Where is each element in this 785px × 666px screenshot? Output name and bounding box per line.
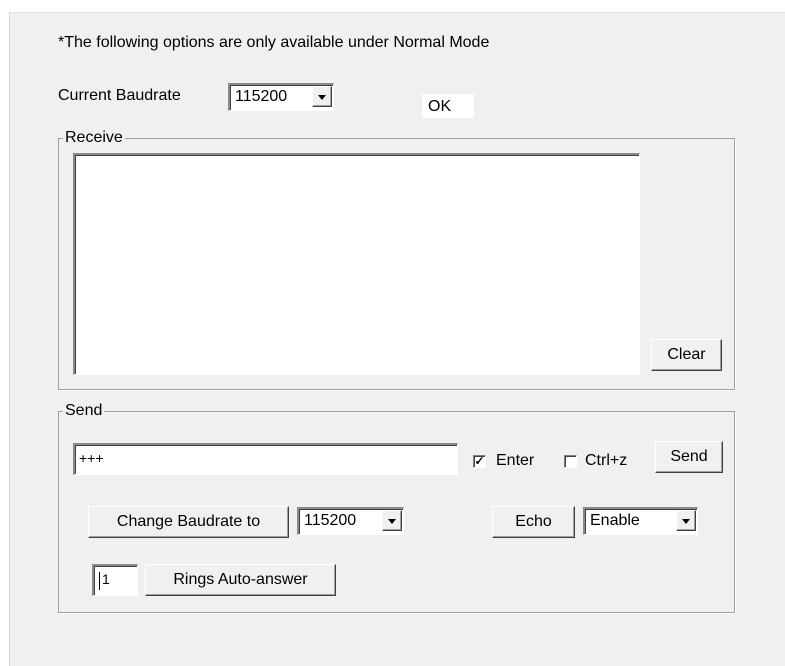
change-baudrate-button[interactable]: Change Baudrate to [88,506,289,538]
checkmark-icon: ✓ [474,454,485,468]
status-display: OK [422,94,474,118]
echo-value: Enable [590,512,640,529]
send-input[interactable]: +++ [73,443,458,475]
normal-mode-notice: *The following options are only availabl… [58,34,490,51]
current-baudrate-value: 115200 [235,88,288,105]
echo-button[interactable]: Echo [492,506,575,538]
chevron-down-icon[interactable] [676,510,696,531]
send-input-value: +++ [79,450,104,466]
echo-select[interactable]: Enable [583,507,698,535]
ctrlz-label: Ctrl+z [585,452,628,469]
ctrlz-checkbox[interactable] [564,455,577,468]
current-baudrate-label: Current Baudrate [58,87,181,104]
receive-group-title: Receive [63,128,125,148]
current-baudrate-select[interactable]: 115200 [228,83,334,111]
send-group-title: Send [63,401,105,421]
chevron-down-icon[interactable] [312,86,332,107]
receive-textarea[interactable] [73,153,640,375]
rings-auto-answer-button[interactable]: Rings Auto-answer [145,564,336,596]
enter-checkbox[interactable]: ✓ [473,455,486,468]
text-caret [99,572,100,590]
chevron-down-icon[interactable] [382,510,402,531]
change-baudrate-value: 115200 [304,512,357,529]
status-text: OK [428,98,452,115]
enter-label: Enter [496,452,535,469]
rings-count-input[interactable]: 1 [92,564,138,596]
send-button[interactable]: Send [655,441,723,473]
rings-count-value: 1 [102,571,110,587]
clear-button[interactable]: Clear [651,339,722,371]
change-baudrate-select[interactable]: 115200 [297,507,404,535]
